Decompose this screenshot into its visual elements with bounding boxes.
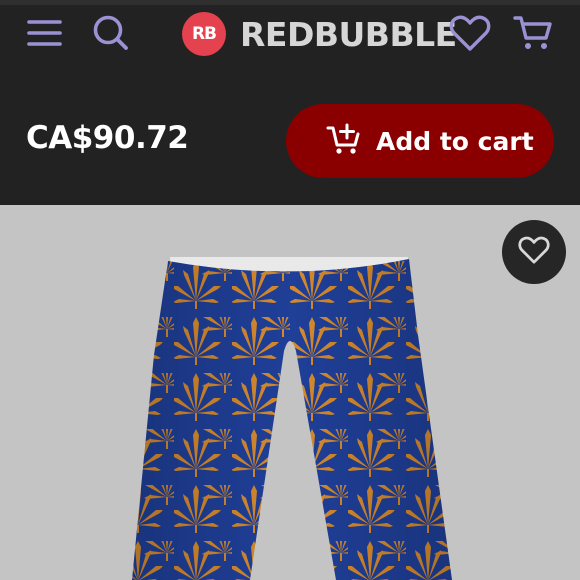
logo-mark-text: RB bbox=[191, 24, 217, 44]
add-to-cart-label: Add to cart bbox=[376, 126, 534, 156]
heart-icon[interactable] bbox=[449, 14, 491, 52]
status-bar-edge bbox=[0, 0, 580, 5]
product-price: CA$90.72 bbox=[26, 120, 189, 156]
shopping-cart-icon[interactable] bbox=[513, 14, 553, 52]
logo-mark: RB bbox=[182, 12, 226, 56]
add-to-cart-icon bbox=[326, 122, 362, 161]
search-icon[interactable] bbox=[92, 14, 130, 52]
product-image-leggings[interactable] bbox=[0, 205, 580, 580]
favorite-button[interactable] bbox=[502, 220, 566, 284]
product-image-area bbox=[0, 205, 580, 580]
brand-name: REDBUBBLE bbox=[240, 14, 457, 54]
site-header: RB REDBUBBLE CA$90.72 Add to cart bbox=[0, 0, 580, 205]
redbubble-logo[interactable]: RB REDBUBBLE bbox=[182, 11, 457, 57]
hamburger-menu-icon[interactable] bbox=[27, 19, 63, 47]
heart-icon bbox=[518, 235, 550, 270]
add-to-cart-button[interactable]: Add to cart bbox=[286, 104, 554, 178]
